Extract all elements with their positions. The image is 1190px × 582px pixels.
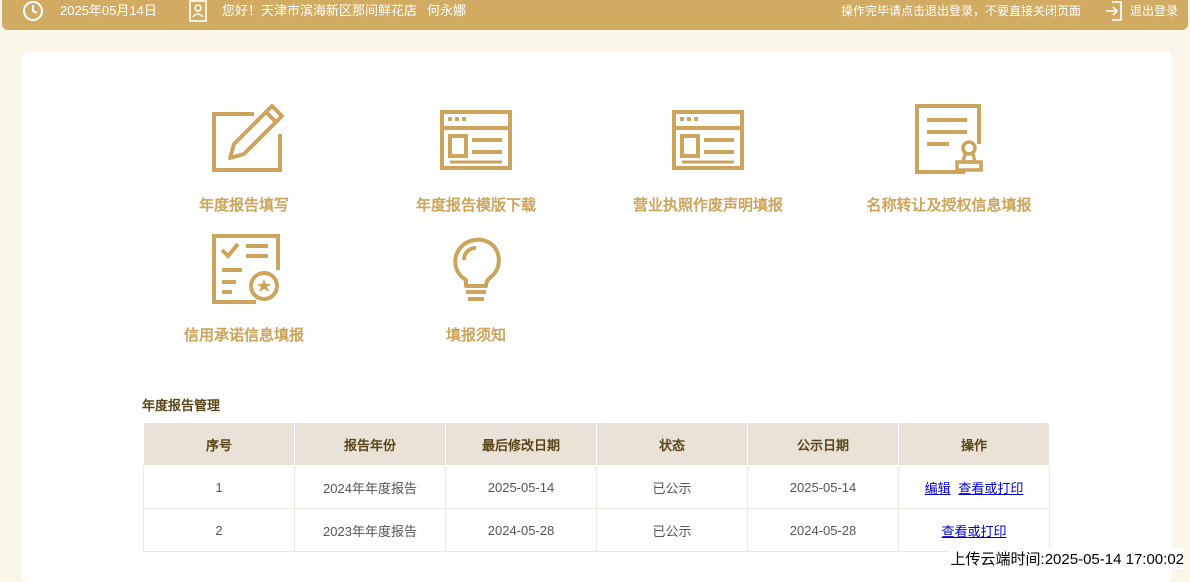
logout-icon [1104,0,1124,22]
column-header: 报告年份 [294,422,446,466]
cell-modified: 2025-05-14 [445,465,597,509]
tile-credit-commitment[interactable]: 信用承诺信息填报 [124,230,364,345]
checklist-badge-icon [204,230,284,310]
greeting: 您好！天津市滨海新区那间鲜花店 何永娜 [188,0,466,22]
view-print-link[interactable]: 查看或打印 [941,524,1006,539]
date-text: 2025年05月14日 [60,3,157,18]
column-header: 序号 [143,422,295,466]
cell-actions: 编辑 查看或打印 [898,465,1050,509]
tile-annual-report-fill[interactable]: 年度报告填写 [124,100,364,215]
tile-label: 营业执照作废声明填报 [632,197,783,214]
cell-status: 已公示 [596,465,748,509]
cell-published: 2024-05-28 [747,508,899,552]
template-window-icon [436,100,516,180]
license-window-icon [668,100,748,180]
tile-label: 信用承诺信息填报 [183,327,304,344]
column-header: 操作 [898,422,1050,466]
greeting-text: 您好！天津市滨海新区那间鲜花店 [222,3,418,18]
lightbulb-icon [436,230,516,310]
reports-table: 序号 报告年份 最后修改日期 状态 公示日期 操作 1 2024年年度报告 20… [143,422,1050,552]
reports-section-title: 年度报告管理 [142,398,221,413]
user-name: 何永娜 [427,3,467,18]
tile-filing-notice[interactable]: 填报须知 [356,230,596,345]
tile-name-transfer[interactable]: 名称转让及授权信息填报 [829,100,1069,215]
tile-license-void-declaration[interactable]: 营业执照作废声明填报 [588,100,828,215]
clock-icon [22,0,44,22]
tile-template-download[interactable]: 年度报告模版下载 [356,100,596,215]
logout-notice: 操作完毕请点击退出登录，不要直接关闭页面 [841,4,1082,18]
date-display: 2025年05月14日 [22,0,157,22]
column-header: 公示日期 [747,422,899,466]
cell-published: 2025-05-14 [747,465,899,509]
column-header: 状态 [596,422,748,466]
tile-label: 填报须知 [445,327,506,344]
table-header-row: 序号 报告年份 最后修改日期 状态 公示日期 操作 [143,422,1050,466]
upload-time: 上传云端时间:2025-05-14 17:00:02 [948,548,1184,569]
view-print-link[interactable]: 查看或打印 [958,481,1023,496]
cell-year: 2023年年度报告 [294,508,446,552]
logout-label: 退出登录 [1130,4,1179,18]
cell-index: 2 [143,508,295,552]
cell-status: 已公示 [596,508,748,552]
table-row: 1 2024年年度报告 2025-05-14 已公示 2025-05-14 编辑… [143,465,1050,509]
document-stamp-icon [909,100,989,180]
cell-index: 1 [143,465,295,509]
edit-link[interactable]: 编辑 [925,481,951,496]
logout-button[interactable]: 退出登录 [1104,0,1178,22]
edit-pencil-icon [204,100,284,180]
user-badge-icon [188,0,208,22]
cell-year: 2024年年度报告 [294,465,446,509]
top-bar: 2025年05月14日 您好！天津市滨海新区那间鲜花店 何永娜 操作完毕请点击退… [2,0,1188,30]
cell-actions: 查看或打印 [898,508,1050,552]
tile-label: 年度报告填写 [198,197,289,214]
cell-modified: 2024-05-28 [445,508,597,552]
column-header: 最后修改日期 [445,422,597,466]
tile-label: 名称转让及授权信息填报 [866,197,1032,214]
tile-label: 年度报告模版下载 [415,197,536,214]
table-row: 2 2023年年度报告 2024-05-28 已公示 2024-05-28 查看… [143,508,1050,552]
